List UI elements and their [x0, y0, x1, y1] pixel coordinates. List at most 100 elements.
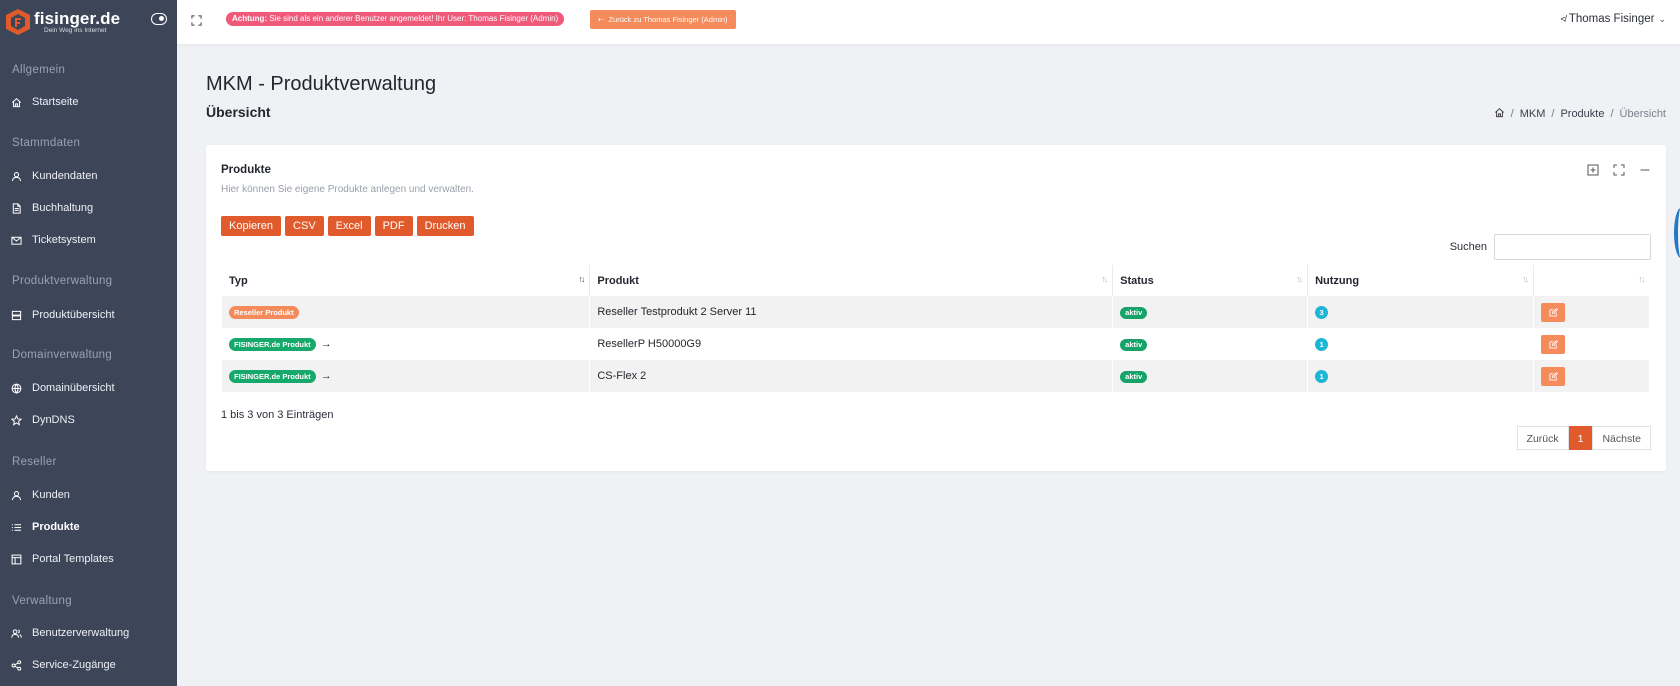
breadcrumb-separator: / [1510, 108, 1514, 120]
sidebar-item-label: Domainübersicht [32, 382, 115, 394]
breadcrumb-home-icon[interactable] [1494, 107, 1505, 121]
brand-name: fisinger.de [34, 8, 121, 28]
csv-button[interactable]: CSV [285, 216, 324, 236]
maximize-icon[interactable] [1613, 164, 1625, 176]
cell-type: Reseller Produkt [222, 296, 591, 328]
globe-icon [11, 383, 22, 394]
sidebar-item-kunden[interactable]: Kunden [0, 483, 177, 507]
pagination-current-page[interactable]: 1 [1568, 426, 1593, 450]
topbar: Achtung: Sie sind als ein anderer Benutz… [177, 0, 1680, 44]
type-badge: Reseller Produkt [229, 305, 299, 319]
sidebar-toggle-icon[interactable] [151, 13, 167, 25]
sidebar-item-label: Kundendaten [32, 170, 98, 182]
sidebar-item-buchhaltung[interactable]: Buchhaltung [0, 196, 177, 220]
sidebar-item-benutzerverwaltung[interactable]: Benutzerverwaltung [0, 621, 177, 645]
cell-actions [1533, 296, 1650, 328]
fullscreen-icon[interactable] [191, 15, 202, 26]
chevron-down-icon: ⌄ [1658, 14, 1666, 24]
usage-badge: 3 [1315, 305, 1329, 319]
sidebar-item-service-zugaenge[interactable]: Service-Zugänge [0, 653, 177, 677]
pagination: Zurück 1 Nächste [1516, 426, 1651, 450]
cell-type: FISINGER.de Produkt → [222, 328, 591, 360]
mail-icon [11, 235, 22, 246]
search-area: Suchen [1450, 234, 1651, 260]
user-share-icon: ≮ [1560, 14, 1566, 24]
breadcrumb-item-current: Übersicht [1619, 108, 1666, 120]
nav-section-verwaltung: Verwaltung [12, 595, 72, 607]
sort-icon: ↑↓ [1522, 274, 1529, 284]
nav-section-reseller: Reseller [12, 456, 57, 468]
card-description: Hier können Sie eigene Produkte anlegen … [221, 184, 474, 195]
nav-section-stammdaten: Stammdaten [12, 137, 81, 149]
sidebar-item-ticketsystem[interactable]: Ticketsystem [0, 228, 177, 252]
search-input[interactable] [1494, 234, 1651, 260]
add-icon[interactable] [1587, 164, 1599, 176]
sort-icon: ↑↓ [1638, 274, 1646, 284]
sort-icon: ↑↓ [1101, 274, 1108, 284]
minimize-icon[interactable] [1639, 164, 1651, 176]
sidebar-item-domainuebersicht[interactable]: Domainübersicht [0, 376, 177, 400]
column-header-nutzung[interactable]: Nutzung ↑↓ [1307, 265, 1534, 296]
back-to-admin-button[interactable]: ⇠ Zurück zu Thomas Fisinger (Admin) [590, 10, 736, 29]
sidebar-item-kundendaten[interactable]: Kundendaten [0, 164, 177, 188]
column-header-actions[interactable]: ↑↓ [1534, 265, 1650, 296]
pagination-next[interactable]: Nächste [1592, 426, 1651, 450]
print-button[interactable]: Drucken [416, 216, 474, 236]
file-icon [11, 202, 22, 214]
column-header-status[interactable]: Status ↑↓ [1112, 265, 1309, 296]
breadcrumb-item-mkm[interactable]: MKM [1520, 108, 1546, 120]
pagination-prev[interactable]: Zurück [1516, 426, 1569, 450]
status-badge: aktiv [1120, 338, 1148, 351]
column-label: Status [1120, 274, 1154, 287]
sidebar-item-dyndns[interactable]: DynDNS [0, 408, 177, 432]
sidebar-item-label: Produktübersicht [32, 309, 115, 321]
impersonation-alert-badge: Achtung: Sie sind als ein anderer Benutz… [226, 12, 565, 26]
type-badge: FISINGER.de Produkt [229, 337, 316, 351]
breadcrumb-item-produkte[interactable]: Produkte [1560, 108, 1604, 120]
table-header-row: Typ ↑↓ Produkt ↑↓ Status ↑↓ Nutzung ↑↓ ↑↓ [222, 265, 1650, 296]
cell-usage: 1 [1307, 360, 1534, 392]
edit-button[interactable] [1541, 334, 1565, 354]
sidebar-item-label: Benutzerverwaltung [32, 627, 130, 639]
search-label: Suchen [1449, 241, 1487, 253]
brand[interactable]: fisinger.de Dein Weg ins Internet [0, 0, 177, 44]
sidebar-item-label: Produkte [32, 521, 80, 533]
sidebar-item-label: Buchhaltung [32, 202, 94, 214]
cell-type: FISINGER.de Produkt → [222, 360, 591, 392]
arrow-right-icon[interactable]: → [321, 338, 332, 350]
column-header-typ[interactable]: Typ ↑↓ [222, 265, 591, 296]
nav-section-allgemein: Allgemein [12, 64, 66, 76]
logo-icon [6, 9, 30, 35]
share-icon [11, 659, 22, 671]
cell-product: ResellerP H50000G9 [589, 328, 1114, 360]
sidebar-item-label: DynDNS [32, 414, 75, 426]
breadcrumb: / MKM / Produkte / Übersicht [1494, 107, 1666, 121]
sidebar: fisinger.de Dein Weg ins Internet Allgem… [0, 0, 177, 686]
brand-tagline: Dein Weg ins Internet [44, 26, 107, 34]
sidebar-item-startseite[interactable]: Startseite [0, 90, 177, 114]
arrow-right-icon[interactable]: → [321, 370, 332, 382]
status-badge: aktiv [1120, 370, 1148, 383]
copy-button[interactable]: Kopieren [221, 216, 282, 236]
status-badge: aktiv [1120, 306, 1148, 319]
column-label: Produkt [597, 274, 639, 287]
edit-button[interactable] [1541, 366, 1565, 386]
layout-icon [11, 554, 22, 565]
excel-button[interactable]: Excel [327, 216, 371, 236]
column-header-produkt[interactable]: Produkt ↑↓ [589, 265, 1114, 296]
user-menu[interactable]: ≮ Thomas Fisinger ⌄ [1561, 13, 1666, 25]
logout-icon: ⇠ [598, 15, 605, 24]
sidebar-item-portal-templates[interactable]: Portal Templates [0, 547, 177, 571]
sidebar-item-produktuebersicht[interactable]: Produktübersicht [0, 303, 177, 327]
edit-button[interactable] [1541, 302, 1565, 322]
floating-widget-edge[interactable] [1674, 208, 1680, 258]
sidebar-item-produkte[interactable]: Produkte [0, 515, 177, 539]
alert-text: Sie sind als ein anderer Benutzer angeme… [267, 14, 559, 23]
pdf-button[interactable]: PDF [374, 216, 413, 236]
sidebar-item-label: Portal Templates [32, 553, 114, 565]
cell-usage: 3 [1307, 296, 1534, 328]
home-icon [11, 97, 22, 108]
usage-badge: 1 [1315, 337, 1329, 351]
usage-badge: 1 [1315, 369, 1329, 383]
products-table: Typ ↑↓ Produkt ↑↓ Status ↑↓ Nutzung ↑↓ ↑↓ Re… [222, 265, 1650, 392]
